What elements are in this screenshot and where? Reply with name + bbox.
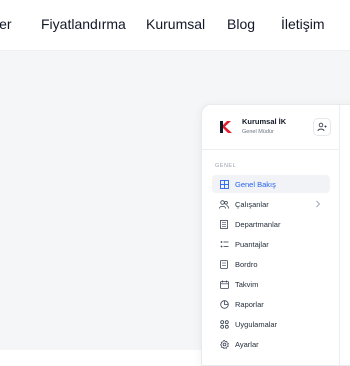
sidebar-item-settings[interactable]: Ayarlar <box>212 335 330 353</box>
user-switch-button[interactable] <box>313 118 331 136</box>
gear-icon <box>219 339 229 349</box>
users-icon <box>219 199 229 209</box>
sidebar-item-payroll[interactable]: Bordro <box>212 255 330 273</box>
nav-link-blog[interactable]: Blog <box>227 16 255 32</box>
sidebar-item-timesheets[interactable]: Puantajlar <box>212 235 330 253</box>
nav-link-pricing[interactable]: Fiyatlandırma <box>41 16 126 32</box>
sidebar-item-label: Çalışanlar <box>235 199 269 209</box>
chevron-right-icon <box>316 200 321 208</box>
timesheet-icon <box>219 239 229 249</box>
company-name: Kurumsal İK <box>242 117 287 126</box>
sidebar-item-label: Uygulamalar <box>235 319 278 329</box>
nav-link-corporate[interactable]: Kurumsal <box>146 16 205 32</box>
sidebar-item-employees[interactable]: Çalışanlar <box>212 195 330 213</box>
company-logo-icon <box>220 121 232 133</box>
apps-icon <box>219 319 229 329</box>
sidebar: Kurumsal İK Genel Müdür GENEL Genel Bakı… <box>202 105 340 365</box>
grid-icon <box>219 179 229 189</box>
sidebar-item-label: Genel Bakış <box>235 179 276 189</box>
payroll-icon <box>219 259 229 269</box>
sidebar-item-apps[interactable]: Uygulamalar <box>212 315 330 333</box>
nav-link-contact[interactable]: İletişim <box>281 16 325 32</box>
pie-chart-icon <box>219 299 229 309</box>
sidebar-item-calendar[interactable]: Takvim <box>212 275 330 293</box>
sidebar-item-departments[interactable]: Departmanlar <box>212 215 330 233</box>
building-icon <box>219 219 229 229</box>
app-preview-card: Kurumsal İK Genel Müdür GENEL Genel Bakı… <box>201 104 350 366</box>
user-role: Genel Müdür <box>242 129 274 135</box>
sidebar-item-reports[interactable]: Raporlar <box>212 295 330 313</box>
sidebar-item-overview[interactable]: Genel Bakış <box>212 175 330 193</box>
user-switch-icon <box>317 122 327 132</box>
nav-link-features[interactable]: ler <box>0 16 12 32</box>
sidebar-item-label: Raporlar <box>235 299 264 309</box>
sidebar-item-label: Puantajlar <box>235 239 269 249</box>
calendar-icon <box>219 279 229 289</box>
sidebar-item-label: Departmanlar <box>235 219 281 229</box>
sidebar-item-label: Takvim <box>235 279 259 289</box>
divider <box>202 149 339 150</box>
sidebar-item-label: Bordro <box>235 259 258 269</box>
sidebar-item-label: Ayarlar <box>235 339 259 349</box>
top-navigation: ler Fiyatlandırma Kurumsal Blog İletişim <box>0 0 350 51</box>
section-label-general: GENEL <box>215 163 237 169</box>
